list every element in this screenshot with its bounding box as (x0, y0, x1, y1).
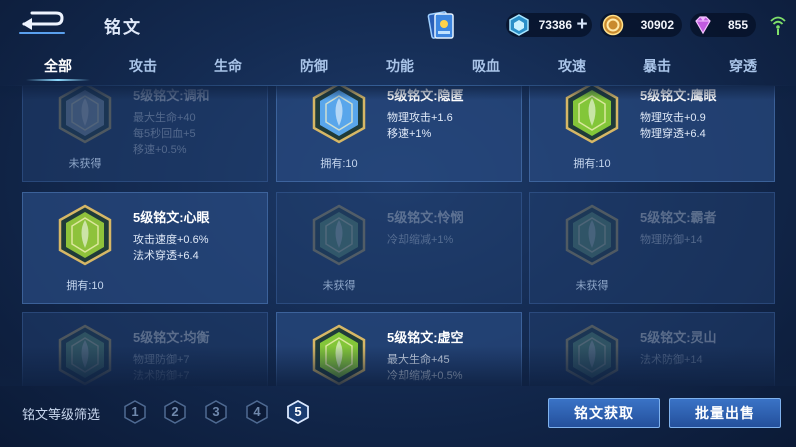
inscription-status: 未获得 (322, 280, 356, 292)
get-inscription-button[interactable]: 铭文获取 (548, 398, 660, 428)
diamond-icon (692, 14, 714, 36)
inscription-status: 未获得 (575, 280, 609, 292)
level-number: 2 (171, 404, 179, 419)
diamond-currency: 855 (690, 13, 756, 37)
gold-coin-icon (602, 14, 624, 36)
diamond-value: 855 (727, 18, 748, 32)
tab-utility[interactable]: 功能 (364, 56, 436, 76)
level-filter-3[interactable]: 3 (204, 400, 228, 424)
tab-health[interactable]: 生命 (192, 56, 264, 76)
gem-currency: 73386 + (506, 13, 592, 37)
inscription-name: 5级铭文:调和 (133, 88, 210, 103)
inscription-stat: 最大生命+45 (387, 354, 450, 366)
inscription-card[interactable]: 5级铭文:均衡 物理防御+7 法术防御+7 (22, 312, 268, 386)
level-number: 5 (294, 404, 302, 419)
inscription-emblem-icon (565, 204, 619, 266)
inscription-card[interactable]: 5级铭文:隐匿 物理攻击+1.6 移速+1% 拥有:10 (276, 86, 522, 182)
tab-all[interactable]: 全部 (22, 56, 94, 76)
inscription-card[interactable]: 5级铭文:怜悯 冷却缩减+1% 未获得 (276, 192, 522, 304)
inscription-emblem-icon (58, 324, 112, 386)
inscription-stat: 冷却缩减+1% (387, 234, 454, 246)
inscription-status: 拥有:10 (66, 280, 104, 292)
tab-critical[interactable]: 暴击 (621, 56, 693, 76)
inscription-card[interactable]: 5级铭文:灵山 法术防御+14 (529, 312, 775, 386)
inscription-name: 5级铭文:霸者 (640, 210, 717, 225)
inscription-emblem-icon (312, 204, 366, 266)
inscription-status: 拥有:10 (320, 158, 358, 170)
inscription-emblem-icon (565, 86, 619, 144)
add-gem-button[interactable]: + (573, 15, 591, 35)
inscription-grid[interactable]: 5级铭文:调和 最大生命+40 每5秒回血+5 移速+0.5% 未获得 5级铭文… (0, 86, 796, 386)
inscription-name: 5级铭文:隐匿 (387, 88, 464, 103)
inscription-stat: 物理攻击+0.9 (640, 112, 706, 124)
inscription-stat: 法术防御+7 (133, 370, 190, 382)
level-filter-5[interactable]: 5 (286, 399, 310, 425)
inscription-emblem-icon (58, 86, 112, 144)
level-filter-4[interactable]: 4 (245, 400, 269, 424)
inscription-card[interactable]: 5级铭文:心眼 攻击速度+0.6% 法术穿透+6.4 拥有:10 (22, 192, 268, 304)
inscription-stat: 物理防御+14 (640, 234, 703, 246)
card-collection-icon[interactable] (427, 10, 455, 40)
inscription-stat: 攻击速度+0.6% (133, 234, 209, 246)
inscription-emblem-icon (58, 204, 112, 266)
inscription-stat: 物理穿透+6.4 (640, 128, 706, 140)
inscription-card[interactable]: 5级铭文:虚空 最大生命+45 冷却缩减+0.5% (276, 312, 522, 386)
category-tabs: 全部 攻击 生命 防御 功能 吸血 攻速 暴击 穿透 (0, 50, 796, 86)
inscription-card[interactable]: 5级铭文:鹰眼 物理攻击+0.9 物理穿透+6.4 拥有:10 (529, 86, 775, 182)
top-bar: 铭文 73386 + 30902 855 (0, 0, 796, 50)
gem-value: 73386 (538, 18, 572, 32)
level-number: 3 (212, 404, 220, 419)
wifi-signal-icon (770, 14, 786, 36)
inscription-stat: 移速+0.5% (133, 144, 187, 156)
level-filter-label: 铭文等级筛选 (22, 407, 101, 422)
inscription-stat: 物理攻击+1.6 (387, 112, 453, 124)
gold-currency: 30902 (600, 13, 682, 37)
level-filter-1[interactable]: 1 (123, 400, 147, 424)
gem-icon (508, 14, 530, 36)
inscription-stat: 法术防御+14 (640, 354, 703, 366)
bulk-sell-button[interactable]: 批量出售 (669, 398, 781, 428)
tab-attack-speed[interactable]: 攻速 (536, 56, 608, 76)
level-filter-2[interactable]: 2 (163, 400, 187, 424)
level-number: 4 (253, 404, 261, 419)
level-number: 1 (131, 404, 139, 419)
tab-attack[interactable]: 攻击 (107, 56, 179, 76)
inscription-stat: 最大生命+40 (133, 112, 196, 124)
inscription-card[interactable]: 5级铭文:霸者 物理防御+14 未获得 (529, 192, 775, 304)
gold-value: 30902 (640, 18, 674, 32)
inscription-stat: 冷却缩减+0.5% (387, 370, 463, 382)
inscription-stat: 法术穿透+6.4 (133, 250, 199, 262)
inscription-status: 未获得 (68, 158, 102, 170)
tab-lifesteal[interactable]: 吸血 (450, 56, 522, 76)
tab-penetration[interactable]: 穿透 (707, 56, 779, 76)
inscription-emblem-icon (312, 324, 366, 386)
inscription-stat: 每5秒回血+5 (133, 128, 196, 140)
page-title: 铭文 (104, 18, 142, 37)
inscription-card[interactable]: 5级铭文:调和 最大生命+40 每5秒回血+5 移速+0.5% 未获得 (22, 86, 268, 182)
inscription-name: 5级铭文:鹰眼 (640, 88, 717, 103)
inscription-name: 5级铭文:怜悯 (387, 210, 464, 225)
inscription-emblem-icon (312, 86, 366, 144)
inscription-stat: 物理防御+7 (133, 354, 190, 366)
active-tab-indicator (26, 79, 90, 81)
inscription-name: 5级铭文:灵山 (640, 330, 717, 345)
inscription-status: 拥有:10 (573, 158, 611, 170)
tab-defense[interactable]: 防御 (278, 56, 350, 76)
inscription-stat: 移速+1% (387, 128, 432, 140)
back-arrow-icon[interactable] (18, 9, 68, 37)
inscription-name: 5级铭文:均衡 (133, 330, 210, 345)
bottom-bar: 铭文等级筛选 1 2 3 4 5 铭文获取 批量出售 (0, 386, 796, 447)
inscription-name: 5级铭文:虚空 (387, 330, 464, 345)
inscription-emblem-icon (565, 324, 619, 386)
inscription-name: 5级铭文:心眼 (133, 210, 210, 225)
